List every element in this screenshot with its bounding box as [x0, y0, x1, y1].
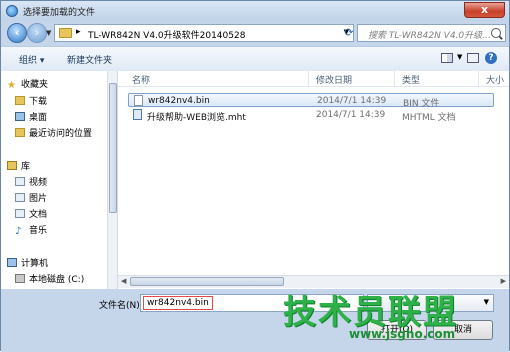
recent-places-icon	[15, 128, 25, 137]
address-bar[interactable]: ▸ TL-WR842N V4.0升级软件20140528 ▼	[54, 24, 354, 42]
drive-icon	[15, 274, 25, 283]
close-button[interactable]: x	[464, 2, 505, 18]
horizontal-scrollbar[interactable]: ◀ ▶	[118, 275, 509, 288]
sidebar-item-music[interactable]: ♪ 音乐	[15, 223, 47, 237]
preview-pane-icon[interactable]	[467, 53, 479, 63]
chevron-down-icon[interactable]: ▼	[484, 298, 489, 306]
scrollbar-thumb[interactable]	[130, 277, 284, 286]
cancel-button[interactable]: 取消	[433, 320, 493, 340]
column-header-name[interactable]: 名称	[132, 73, 150, 86]
title-bar: 选择要加载的文件 x	[1, 1, 509, 21]
file-row[interactable]: 升级帮助-WEB浏览.mht 2014/7/1 14:39 MHTML 文档	[128, 108, 494, 123]
dialog-footer: 文件名(N): wr842nv4.bin ▼ 打开(O) 取消	[1, 290, 509, 352]
sidebar-item-label: 图片	[29, 194, 48, 204]
documents-icon	[15, 209, 25, 218]
sidebar-scrollbar[interactable]	[107, 71, 117, 289]
pictures-icon	[15, 193, 25, 202]
file-icon	[134, 95, 143, 106]
view-dropdown-icon[interactable]: ▼	[457, 53, 462, 61]
download-folder-icon	[15, 96, 25, 105]
sidebar-item-label: 下载	[29, 97, 48, 107]
sidebar-item-recent-places[interactable]: 最近访问的位置	[15, 126, 92, 140]
sidebar-item-label: 本地磁盘 (C:)	[29, 275, 85, 285]
open-button[interactable]: 打开(O)	[367, 320, 427, 340]
column-divider	[394, 71, 395, 86]
chevron-right-icon[interactable]: ▸	[76, 27, 81, 37]
sidebar-item-libraries[interactable]: 库	[7, 159, 30, 173]
address-path[interactable]: TL-WR842N V4.0升级软件20140528	[88, 28, 245, 41]
sidebar-item-favorites[interactable]: ★ 收藏夹	[7, 77, 48, 91]
search-input[interactable]: 搜索 TL-WR842N V4.0升级...	[357, 24, 506, 42]
library-icon	[7, 161, 17, 170]
sidebar-item-desktop[interactable]: 桌面	[15, 110, 47, 124]
file-type-select[interactable]: ▼	[367, 294, 494, 312]
help-icon[interactable]: ?	[485, 52, 497, 64]
file-row[interactable]: wr842nv4.bin 2014/7/1 14:39 BIN 文件	[128, 93, 494, 109]
command-toolbar: 组织 ▾ 新建文件夹 ▼ ?	[1, 46, 509, 72]
scrollbar-thumb[interactable]	[109, 83, 117, 213]
sidebar-item-label: 库	[21, 162, 31, 172]
sidebar-item-documents[interactable]: 文档	[15, 207, 47, 221]
sidebar-item-label: 文档	[29, 210, 48, 220]
organize-button[interactable]: 组织 ▾	[19, 53, 44, 66]
scroll-left-icon[interactable]: ◀	[121, 277, 126, 285]
back-button[interactable]: ‹	[7, 23, 27, 43]
refresh-icon[interactable]: ⟳	[341, 24, 357, 42]
sidebar-item-local-disk-c[interactable]: 本地磁盘 (C:)	[15, 272, 84, 286]
column-header-type[interactable]: 类型	[402, 73, 420, 86]
browser-icon	[6, 5, 18, 17]
sidebar-item-label: 最近访问的位置	[29, 129, 93, 139]
file-name: wr842nv4.bin	[148, 96, 210, 106]
video-icon	[15, 177, 25, 186]
new-folder-button[interactable]: 新建文件夹	[67, 53, 112, 66]
window-title: 选择要加载的文件	[23, 8, 96, 18]
filename-input[interactable]: wr842nv4.bin	[140, 294, 364, 312]
file-name: 升级帮助-WEB浏览.mht	[147, 113, 246, 123]
change-view-icon[interactable]	[441, 53, 453, 63]
column-header-size[interactable]: 大小	[486, 73, 504, 86]
computer-icon	[7, 258, 17, 267]
sidebar-item-pictures[interactable]: 图片	[15, 191, 47, 205]
sidebar-item-computer[interactable]: 计算机	[7, 256, 48, 270]
column-divider	[308, 71, 309, 86]
navigation-pane: ★ 收藏夹 下载 桌面 最近访问的位置 库 视频 图片 文档 ♪ 音乐 计算机 本地…	[1, 71, 118, 289]
sidebar-item-label: 计算机	[21, 259, 49, 269]
column-divider	[478, 71, 479, 86]
sidebar-item-label: 音乐	[29, 226, 48, 236]
mht-file-icon	[133, 109, 142, 120]
folder-icon	[59, 28, 72, 38]
scroll-right-icon[interactable]: ▶	[501, 277, 506, 285]
search-placeholder: 搜索 TL-WR842N V4.0升级...	[368, 31, 491, 41]
music-icon: ♪	[15, 226, 22, 237]
sidebar-item-downloads[interactable]: 下载	[15, 94, 47, 108]
address-row: ‹ › ▼ ▸ TL-WR842N V4.0升级软件20140528 ▼ ⟳ 搜…	[1, 21, 509, 45]
sidebar-item-label: 收藏夹	[21, 80, 49, 90]
file-type: MHTML 文档	[402, 113, 456, 123]
file-list-pane: 名称 修改日期 类型 大小 wr842nv4.bin 2014/7/1 14:3…	[118, 71, 509, 289]
search-icon[interactable]	[491, 28, 501, 38]
sidebar-item-videos[interactable]: 视频	[15, 175, 47, 189]
file-date: 2014/7/1 14:39	[317, 96, 387, 106]
desktop-icon	[15, 112, 25, 121]
column-headers: 名称 修改日期 类型 大小	[118, 71, 509, 87]
file-date: 2014/7/1 14:39	[316, 110, 386, 120]
filename-label: 文件名(N):	[99, 301, 143, 311]
sidebar-item-label: 视频	[29, 178, 48, 188]
recent-pages-dropdown-icon[interactable]: ▼	[46, 29, 51, 37]
filename-value[interactable]: wr842nv4.bin	[143, 296, 213, 310]
sidebar-item-label: 桌面	[29, 113, 48, 123]
star-icon: ★	[7, 80, 16, 91]
file-open-dialog: 选择要加载的文件 x ‹ › ▼ ▸ TL-WR842N V4.0升级软件201…	[0, 0, 510, 352]
forward-button[interactable]: ›	[27, 23, 47, 43]
column-header-date[interactable]: 修改日期	[316, 73, 352, 86]
